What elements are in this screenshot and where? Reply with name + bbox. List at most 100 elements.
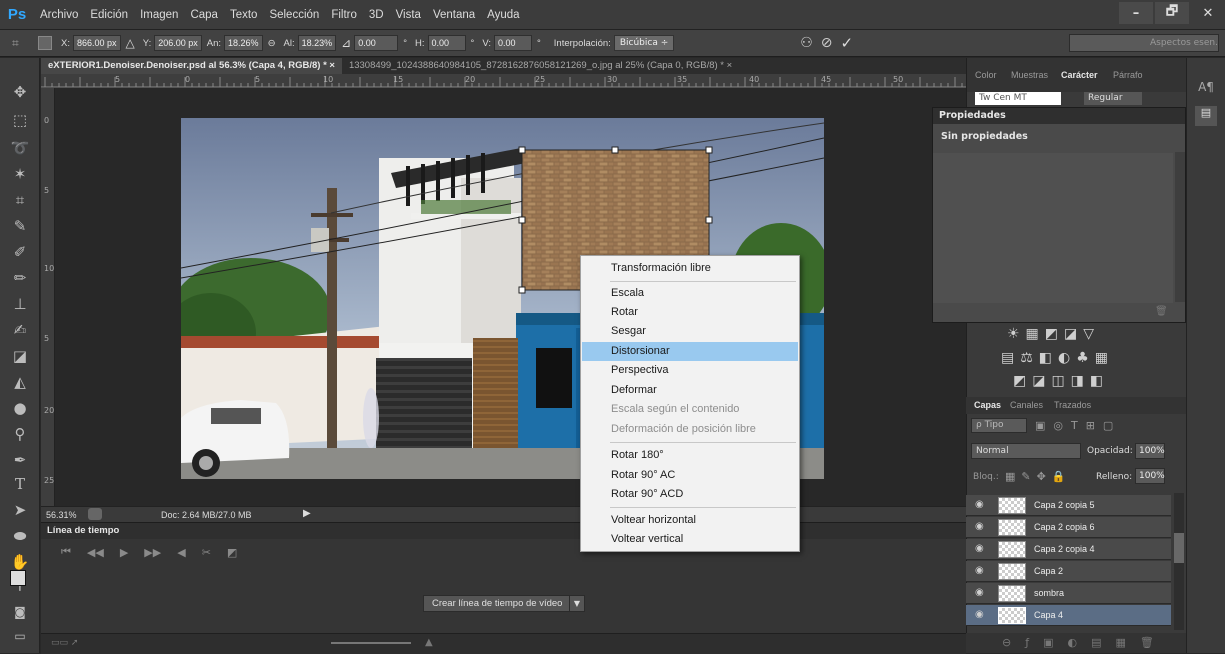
link-icon[interactable]: ⊖ xyxy=(268,38,276,49)
menu-3d[interactable]: 3D xyxy=(363,0,390,30)
blur-tool-icon[interactable]: ● xyxy=(8,396,32,420)
y-input[interactable]: 206.00 px xyxy=(154,35,202,51)
crop-tool-icon[interactable]: ⌗ xyxy=(8,188,32,212)
menu-flip-horizontal[interactable]: Voltear horizontal xyxy=(582,511,798,530)
zoom-in-icon[interactable]: ▲ xyxy=(425,637,433,648)
visibility-eye-icon[interactable]: ◉ xyxy=(975,565,984,576)
menu-flip-vertical[interactable]: Voltear vertical xyxy=(582,530,798,549)
opacity-input[interactable]: 100% xyxy=(1135,443,1165,459)
first-frame-icon[interactable]: ⏮ xyxy=(61,545,71,559)
path-selection-icon[interactable]: ➤ xyxy=(8,498,32,522)
lock-icons[interactable]: ▦✎✥🔒 xyxy=(1005,470,1072,483)
status-arrow-icon[interactable]: ▶ xyxy=(303,508,311,519)
menu-free-transform[interactable]: Transformación libre xyxy=(582,259,798,278)
menu-rotate-180[interactable]: Rotar 180° xyxy=(582,446,798,465)
layer-row[interactable]: ◉ sombra xyxy=(966,583,1171,604)
menu-ventana[interactable]: Ventana xyxy=(427,0,481,30)
menu-scale[interactable]: Escala xyxy=(582,284,798,303)
eyedropper-icon[interactable]: ✎ xyxy=(8,214,32,238)
cancel-transform-icon[interactable]: ⊘ xyxy=(821,35,833,51)
ellipse-tool-icon[interactable]: ⬬ xyxy=(8,524,32,548)
adjustment-icons-row3[interactable]: ◩◪◫◨◧ xyxy=(1013,373,1109,389)
tab-caracter[interactable]: Carácter xyxy=(1061,70,1098,80)
split-icon[interactable]: ✂ xyxy=(202,546,211,559)
height-input[interactable]: 18.23% xyxy=(297,35,337,51)
healing-brush-icon[interactable]: ✐ xyxy=(8,240,32,264)
visibility-eye-icon[interactable]: ◉ xyxy=(975,587,984,598)
chevron-down-icon[interactable]: ▼ xyxy=(569,595,585,612)
dodge-tool-icon[interactable]: ⚲ xyxy=(8,422,32,446)
adjustment-icons-row1[interactable]: ☀▦◩◪▽ xyxy=(1007,326,1100,342)
menu-perspective[interactable]: Perspectiva xyxy=(582,361,798,380)
marquee-tool-icon[interactable]: ⬚ xyxy=(8,108,32,132)
blend-mode-dropdown[interactable]: Normal xyxy=(971,443,1081,459)
lasso-tool-icon[interactable]: ➰ xyxy=(8,136,32,160)
visibility-eye-icon[interactable]: ◉ xyxy=(975,609,984,620)
menu-archivo[interactable]: Archivo xyxy=(34,0,84,30)
commit-transform-icon[interactable]: ✓ xyxy=(841,34,854,52)
foreground-color-icon[interactable] xyxy=(10,570,26,586)
zoom-slider[interactable] xyxy=(331,642,411,644)
menu-edicion[interactable]: Edición xyxy=(84,0,134,30)
visibility-eye-icon[interactable]: ◉ xyxy=(975,543,984,554)
type-tool-icon[interactable]: T xyxy=(8,472,32,496)
layer-row[interactable]: ◉ Capa 2 copia 6 xyxy=(966,517,1171,538)
clone-stamp-icon[interactable]: ⊥ xyxy=(8,292,32,316)
eraser-icon[interactable]: ◪ xyxy=(8,344,32,368)
tab-parrafo[interactable]: Párrafo xyxy=(1113,70,1143,80)
transition-icon[interactable]: ◩ xyxy=(227,546,237,559)
menu-imagen[interactable]: Imagen xyxy=(134,0,184,30)
menu-filtro[interactable]: Filtro xyxy=(325,0,363,30)
layer-row-selected[interactable]: ◉ Capa 4 xyxy=(966,605,1171,626)
quick-mask-icon[interactable]: ◙ xyxy=(8,600,32,624)
menu-rotate-90-ccw[interactable]: Rotar 90° ACD xyxy=(582,485,798,504)
visibility-eye-icon[interactable]: ◉ xyxy=(975,521,984,532)
play-icon[interactable]: ▶ xyxy=(120,546,128,559)
layer-filter-icons[interactable]: ▣◎T⊞▢ xyxy=(1035,419,1121,432)
doc-tab-exterior[interactable]: eXTERIOR1.Denoiser.Denoiser.psd al 56.3%… xyxy=(41,58,342,74)
tab-canales[interactable]: Canales xyxy=(1010,400,1043,410)
menu-warp[interactable]: Deformar xyxy=(582,381,798,400)
transform-tool-icon[interactable]: ⌗ xyxy=(12,36,34,51)
menu-seleccion[interactable]: Selección xyxy=(263,0,325,30)
workspace-dropdown[interactable]: Aspectos esen. xyxy=(1069,34,1219,52)
tab-muestras[interactable]: Muestras xyxy=(1011,70,1048,80)
tab-trazados[interactable]: Trazados xyxy=(1054,400,1091,410)
next-frame-icon[interactable]: ▶▶ xyxy=(144,546,161,559)
reference-point-icon[interactable] xyxy=(38,36,52,50)
menu-skew[interactable]: Sesgar xyxy=(582,322,798,341)
pen-tool-icon[interactable]: ✒ xyxy=(8,448,32,472)
visibility-eye-icon[interactable]: ◉ xyxy=(975,499,984,510)
doc-tab-photo[interactable]: 13308499_1024388640984105_87281628760581… xyxy=(342,58,739,74)
font-family-input[interactable]: Tw Cen MT xyxy=(975,92,1061,105)
warp-icon[interactable]: ⚇ xyxy=(800,35,813,51)
width-input[interactable]: 18.26% xyxy=(224,35,263,51)
fill-input[interactable]: 100% xyxy=(1135,468,1165,484)
interpolation-dropdown[interactable]: Bicúbica ÷ xyxy=(613,35,675,51)
magic-wand-icon[interactable]: ✶ xyxy=(8,162,32,186)
properties-panel-icon[interactable]: ▤ xyxy=(1195,106,1217,126)
delta-icon[interactable]: △ xyxy=(126,36,135,50)
menu-rotate[interactable]: Rotar xyxy=(582,303,798,322)
layers-footer-icons[interactable]: ⊖ƒ▣◐▤▦🗑 xyxy=(966,633,1186,653)
vskew-input[interactable]: 0.00 xyxy=(493,35,532,51)
minimize-button[interactable]: – xyxy=(1119,2,1153,24)
audio-icon[interactable]: ◀ xyxy=(177,546,185,559)
create-timeline-button[interactable]: Crear línea de tiempo de vídeo xyxy=(423,595,572,612)
menu-capa[interactable]: Capa xyxy=(184,0,224,30)
history-brush-icon[interactable]: ✍ xyxy=(8,318,32,342)
font-style-dropdown[interactable]: Regular xyxy=(1084,92,1142,105)
frame-rate-icon[interactable]: ▭▭ ➚ xyxy=(51,638,78,648)
layer-filter-dropdown[interactable]: ρ Tipo xyxy=(971,418,1027,433)
close-button[interactable]: ✕ xyxy=(1191,2,1225,24)
menu-vista[interactable]: Vista xyxy=(390,0,427,30)
angle-input[interactable]: 0.00 xyxy=(354,35,399,51)
menu-distort[interactable]: Distorsionar xyxy=(582,342,798,361)
x-input[interactable]: 866.00 px xyxy=(72,35,121,51)
menu-rotate-90-cw[interactable]: Rotar 90° AC xyxy=(582,466,798,485)
layer-row[interactable]: ◉ Capa 2 xyxy=(966,561,1171,582)
trash-icon[interactable]: 🗑 xyxy=(1155,306,1168,317)
prev-frame-icon[interactable]: ◀◀ xyxy=(87,546,104,559)
character-panel-icon[interactable]: A¶ xyxy=(1195,80,1217,102)
menu-ayuda[interactable]: Ayuda xyxy=(481,0,525,30)
